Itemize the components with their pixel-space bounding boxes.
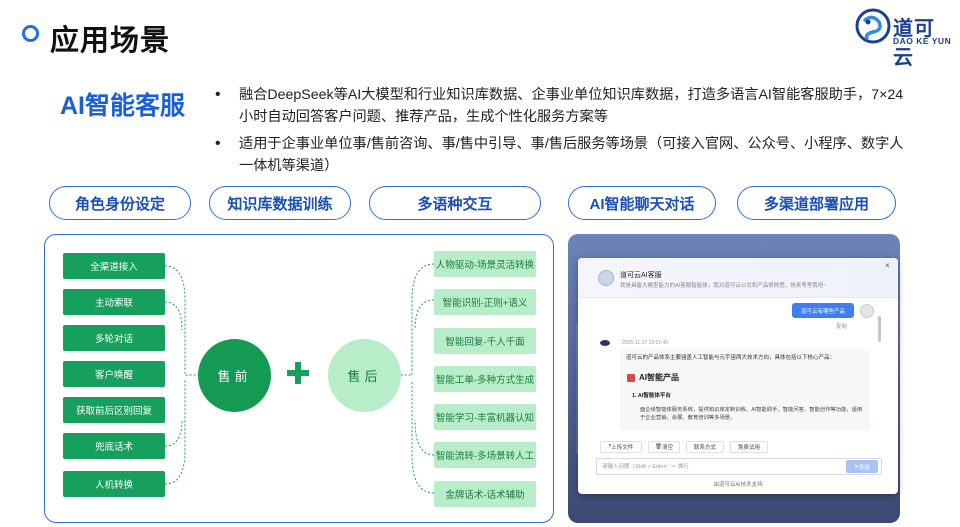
reply-heading: AI智能产品 — [639, 373, 679, 382]
chat-title: 道可云AI客服 — [620, 272, 662, 279]
reply-item: 1. AI智能体平台 — [632, 393, 671, 399]
page-title: 应用场景 — [50, 25, 171, 57]
pre-item: 兜底话术 — [63, 433, 165, 459]
trash-icon: 🗑 — [655, 444, 662, 450]
feature-pill-knowledge: 知识库数据训练 — [209, 186, 351, 220]
bullet-item: 适用于企事业单位事/售前咨询、事/售中引导、事/售后服务等场景（可接入官网、公众… — [215, 133, 905, 177]
clear-label: 清空 — [661, 445, 673, 451]
pre-sales-circle: 售前 — [198, 339, 271, 412]
message-time: 2025-11-17 12:01:40 — [622, 340, 669, 346]
post-item: 人物驱动-场景灵活转换 — [434, 251, 536, 277]
pre-item: 主动索联 — [63, 289, 165, 315]
feature-pill-ai-chat: AI智能聊天对话 — [568, 186, 716, 220]
close-icon[interactable]: × — [885, 261, 890, 270]
send-label: 发送 — [858, 464, 870, 471]
post-item: 智能识别-正则+语义 — [434, 289, 536, 315]
intro-bullets: 融合DeepSeek等AI大模型和行业知识库数据、企事业单位知识库数据，打造多语… — [215, 84, 905, 182]
bot-avatar — [598, 270, 614, 286]
feature-pill-multilingual: 多语种交互 — [369, 186, 541, 220]
chat-window: 道可云AI客服 我是具备大模型能力的AI客服智能体，我对道可云公司和产品很熟悉，… — [578, 258, 898, 494]
post-item: 智能回复-千人千面 — [434, 328, 536, 354]
feature-pill-role: 角色身份设定 — [49, 186, 191, 220]
pre-item: 客户唤醒 — [63, 361, 165, 387]
chat-input-placeholder: 请输入问题（Shift + Enter）＝ 换行 — [602, 464, 689, 470]
copy-button[interactable]: 复制 — [836, 322, 847, 330]
bullet-item: 融合DeepSeek等AI大模型和行业知识库数据、企事业单位知识库数据，打造多语… — [215, 84, 905, 128]
user-avatar — [860, 304, 874, 318]
post-item: 智能工单-多种方式生成 — [434, 366, 536, 392]
dao-logo-icon — [855, 8, 891, 44]
chat-footer: 由道可云AI技术支持 — [713, 482, 763, 488]
free-trial-button[interactable]: 免费试用 — [730, 441, 768, 453]
section-heading: AI智能客服 — [60, 92, 186, 120]
chat-subtitle: 我是具备大模型能力的AI客服智能体，我对道可云公司和产品很熟悉，快来考考我吧~ — [620, 283, 827, 289]
title-ring-icon — [22, 25, 39, 42]
clear-button[interactable]: 🗑 清空 — [648, 441, 680, 453]
reply-description: 面企级智能体服务系统，提供知识库定制训练、AI智能助手、智能问答、智能创作等功能… — [640, 407, 863, 421]
contact-button[interactable]: 联系方式 — [686, 441, 724, 453]
user-message: 道可云有哪些产品 — [792, 303, 854, 318]
upload-label: 上传文件 — [611, 445, 634, 451]
logo-text-en: DAO KE YUN — [893, 36, 952, 46]
send-button[interactable]: ➤ 发送 — [846, 460, 878, 473]
ai-badge-icon — [627, 374, 635, 382]
brand-logo: 道可云 DAO KE YUN — [855, 8, 955, 69]
pre-item: 获取前后区别回复 — [63, 397, 165, 423]
pre-item: 人机转换 — [63, 471, 165, 497]
post-item: 金牌话术-话术辅助 — [434, 481, 536, 507]
bot-eye-icon — [600, 340, 610, 346]
scrollbar-thumb[interactable] — [878, 316, 881, 342]
post-item: 智能学习-丰富机器认知 — [434, 404, 536, 430]
pre-item: 全渠道接入 — [63, 253, 165, 279]
post-sales-circle: 售后 — [328, 339, 401, 412]
pre-item: 多轮对话 — [63, 325, 165, 351]
reply-intro: 道可云的产品体系主要涵盖人工智能与元宇宙两大技术方向，具体包括以下核心产品： — [626, 355, 836, 361]
post-item: 智能流转-多场景转人工 — [434, 442, 536, 468]
plus-icon — [287, 362, 309, 384]
feature-pill-channels: 多渠道部署应用 — [737, 186, 896, 220]
upload-file-button[interactable]: ⤒ 上传文件 — [600, 441, 642, 453]
